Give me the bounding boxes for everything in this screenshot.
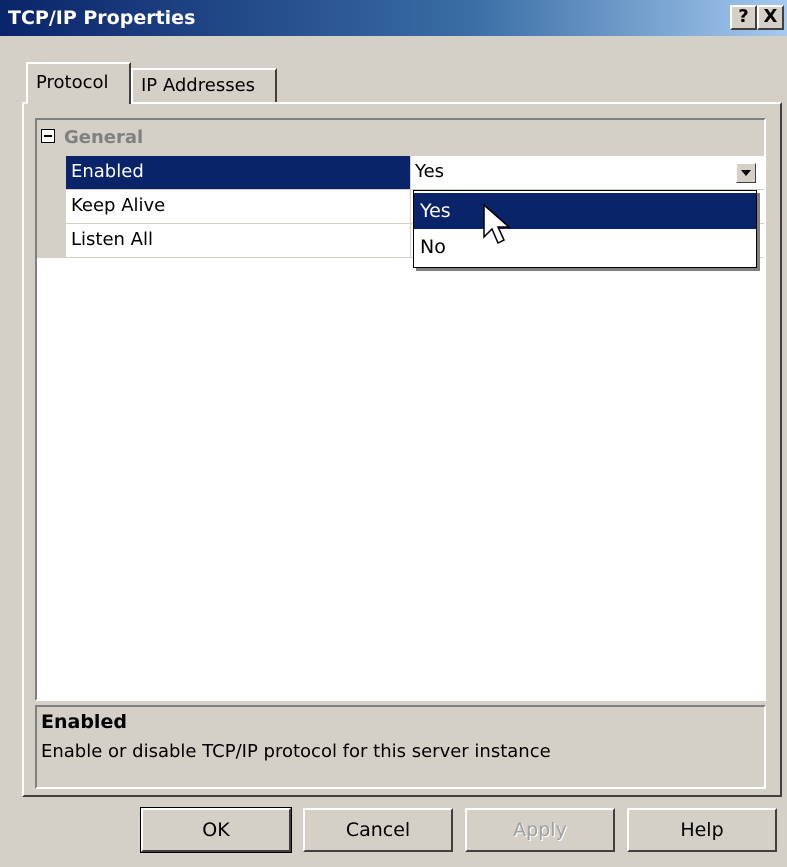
property-row-enabled[interactable]: Enabled Yes xyxy=(37,156,764,190)
property-name[interactable]: Listen All xyxy=(66,224,411,258)
help-button[interactable]: Help xyxy=(627,808,777,852)
description-text: Enable or disable TCP/IP protocol for th… xyxy=(41,741,551,762)
description-panel: Enabled Enable or disable TCP/IP protoco… xyxy=(35,705,766,789)
window-title: TCP/IP Properties xyxy=(8,7,196,29)
tab-protocol[interactable]: Protocol xyxy=(26,62,131,104)
value-dropdown-list: Yes No xyxy=(413,190,757,268)
tab-ip-addresses[interactable]: IP Addresses xyxy=(131,68,277,104)
mouse-cursor-icon xyxy=(483,203,511,245)
property-value-select[interactable]: Yes xyxy=(411,156,764,190)
apply-button[interactable]: Apply xyxy=(465,808,615,852)
dropdown-option-no[interactable]: No xyxy=(414,229,756,265)
close-button[interactable]: X xyxy=(757,5,784,30)
ok-button[interactable]: OK xyxy=(140,807,292,853)
row-gutter xyxy=(37,224,66,258)
property-value: Yes xyxy=(415,161,445,182)
cancel-button[interactable]: Cancel xyxy=(303,808,453,852)
collapse-icon[interactable] xyxy=(41,129,55,143)
description-title: Enabled xyxy=(41,711,127,733)
property-name[interactable]: Keep Alive xyxy=(66,190,411,224)
category-row-general[interactable]: General xyxy=(37,120,764,156)
dropdown-option-yes[interactable]: Yes xyxy=(414,193,756,229)
help-titlebar-button[interactable]: ? xyxy=(730,5,757,30)
category-label: General xyxy=(64,127,144,148)
property-name[interactable]: Enabled xyxy=(66,156,411,190)
row-gutter xyxy=(37,156,66,190)
title-bar: TCP/IP Properties ? X xyxy=(0,0,787,36)
row-gutter xyxy=(37,190,66,224)
dropdown-arrow-icon[interactable] xyxy=(736,163,756,183)
